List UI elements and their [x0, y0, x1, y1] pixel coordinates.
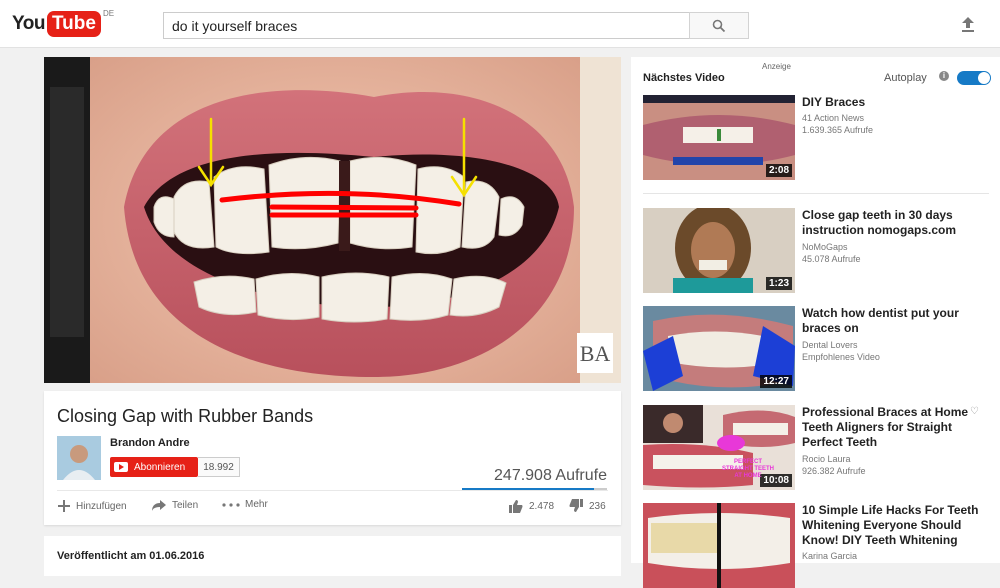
- related-video-item[interactable]: 2:08 DIY Braces 41 Action News 1.639.365…: [643, 95, 993, 180]
- share-icon: [152, 500, 166, 511]
- logo-country-code: DE: [102, 9, 115, 18]
- search-input[interactable]: do it yourself braces: [163, 12, 689, 39]
- video-thumbnail[interactable]: [643, 503, 795, 588]
- toggle-knob: [978, 72, 990, 84]
- youtube-play-icon: [114, 462, 128, 472]
- related-video-item[interactable]: 1:23 Close gap teeth in 30 days instruct…: [643, 208, 993, 293]
- search-button[interactable]: [689, 12, 749, 39]
- logo-you-text: You: [12, 13, 45, 34]
- video-title-link[interactable]: Professional Braces at Home Teeth Aligne…: [802, 405, 990, 450]
- like-ratio-fill: [462, 488, 594, 490]
- youtube-logo[interactable]: You Tube DE: [12, 9, 115, 37]
- info-icon[interactable]: i: [939, 71, 949, 81]
- channel-name[interactable]: Brandon Andre: [110, 437, 190, 449]
- video-thumbnail[interactable]: 10:08 PERFECT STRAIGHT TEETH AT HOME: [643, 405, 795, 490]
- more-label: Mehr: [245, 499, 268, 510]
- video-views: 1.639.365 Aufrufe: [802, 125, 874, 135]
- like-count: 2.478: [529, 500, 555, 512]
- subscriber-count: 18.992: [198, 457, 240, 477]
- subscribe-label: Abonnieren: [134, 461, 186, 473]
- autoplay-label: Autoplay: [884, 72, 927, 84]
- description-card: Veröffentlicht am 01.06.2016: [44, 536, 621, 576]
- video-title: Closing Gap with Rubber Bands: [57, 406, 314, 426]
- autoplay-toggle[interactable]: [957, 71, 991, 85]
- channel-watermark: BA: [580, 341, 611, 366]
- view-count: 247.908 Aufrufe: [494, 467, 607, 484]
- published-date: Veröffentlicht am 01.06.2016: [57, 550, 205, 562]
- video-views: 926.382 Aufrufe: [802, 466, 866, 476]
- logo-tube-text: Tube: [46, 11, 101, 37]
- heart-icon: ♡: [970, 406, 979, 417]
- masthead: You Tube DE do it yourself braces: [0, 0, 1000, 48]
- divider: [57, 490, 608, 491]
- dislike-button[interactable]: 236: [568, 499, 606, 513]
- related-video-item[interactable]: 10 Simple Life Hacks For Teeth Whitening…: [643, 503, 993, 588]
- video-thumbnail[interactable]: 2:08: [643, 95, 795, 180]
- video-thumbnail[interactable]: 1:23: [643, 208, 795, 293]
- video-title-link[interactable]: 10 Simple Life Hacks For Teeth Whitening…: [802, 503, 990, 548]
- add-to-button[interactable]: Hinzufügen: [57, 499, 127, 513]
- video-duration: 12:27: [760, 375, 792, 388]
- video-title-link[interactable]: Watch how dentist put your braces on: [802, 306, 990, 336]
- more-button[interactable]: Mehr: [222, 499, 268, 510]
- video-views: 45.078 Aufrufe: [802, 254, 861, 264]
- add-to-label: Hinzufügen: [76, 500, 127, 512]
- related-video-item[interactable]: 10:08 PERFECT STRAIGHT TEETH AT HOME Pro…: [643, 405, 993, 490]
- thumbnail-caption: PERFECT STRAIGHT TEETH AT HOME: [722, 459, 774, 479]
- video-title-link[interactable]: DIY Braces: [802, 95, 990, 110]
- ad-label: Anzeige: [762, 62, 791, 71]
- upload-icon[interactable]: [958, 14, 978, 34]
- share-button[interactable]: Teilen: [151, 499, 198, 512]
- video-channel: Karina Garcia: [802, 551, 858, 561]
- video-duration: 2:08: [765, 164, 792, 177]
- up-next-divider: [643, 193, 989, 194]
- dislike-count: 236: [589, 500, 606, 512]
- share-label: Teilen: [172, 500, 199, 511]
- video-channel: 41 Action News: [802, 113, 865, 123]
- video-views: Empfohlenes Video: [802, 352, 880, 362]
- video-player[interactable]: BA: [44, 57, 621, 383]
- thumbs-up-icon: [509, 500, 523, 513]
- search-icon: [712, 19, 726, 32]
- more-dots-icon: [222, 502, 240, 507]
- like-ratio-bar: [462, 488, 607, 490]
- plus-icon: [58, 500, 70, 512]
- subscribe-button[interactable]: Abonnieren: [110, 457, 198, 477]
- related-video-item[interactable]: 12:27 Watch how dentist put your braces …: [643, 306, 993, 391]
- video-info-card: Closing Gap with Rubber Bands Brandon An…: [44, 391, 621, 525]
- up-next-heading: Nächstes Video: [643, 72, 725, 84]
- thumbs-down-icon: [569, 499, 583, 512]
- video-title-link[interactable]: Close gap teeth in 30 days instruction n…: [802, 208, 990, 238]
- video-duration: 1:23: [765, 277, 792, 290]
- channel-avatar[interactable]: [57, 436, 101, 480]
- like-button[interactable]: 2.478: [508, 499, 554, 513]
- video-frame: BA: [44, 57, 621, 383]
- video-channel: Dental Lovers: [802, 340, 858, 350]
- video-thumbnail[interactable]: 12:27: [643, 306, 795, 391]
- video-channel: Rocio Laura: [802, 454, 851, 464]
- video-channel: NoMoGaps: [802, 242, 848, 252]
